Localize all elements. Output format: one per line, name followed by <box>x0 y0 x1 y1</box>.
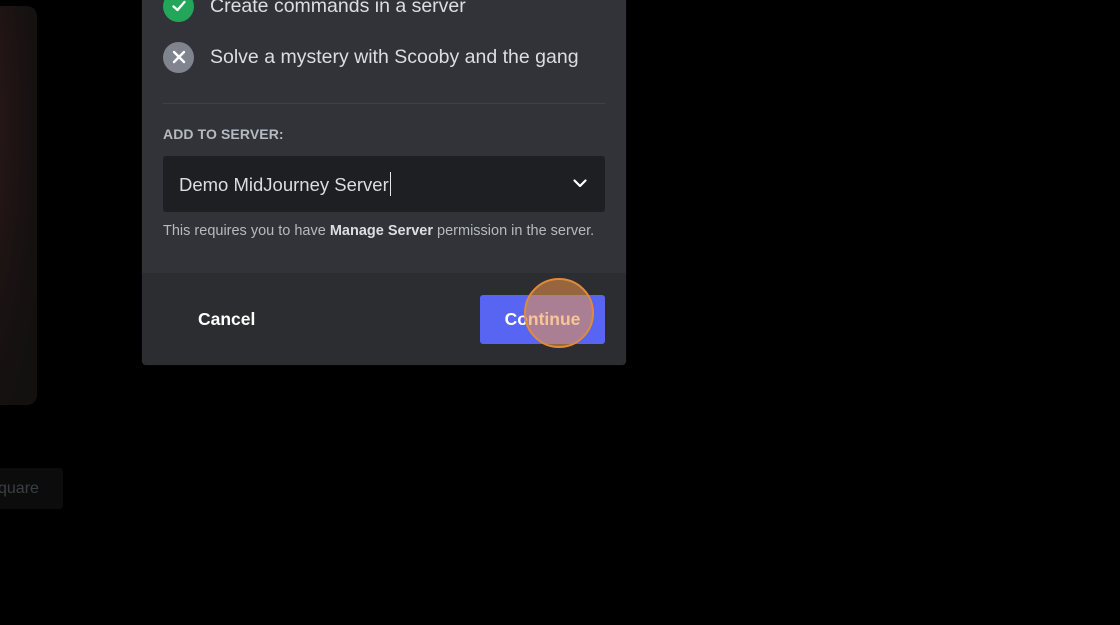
divider <box>163 103 605 104</box>
cancel-button[interactable]: Cancel <box>178 294 270 344</box>
text-cursor <box>389 172 392 196</box>
continue-button[interactable]: Continue <box>480 295 605 344</box>
authorize-app-modal: Create commands in a server Solve a myst… <box>142 0 626 365</box>
permission-label: Create commands in a server <box>210 0 466 17</box>
background-chip: quare <box>0 468 63 509</box>
chevron-down-icon[interactable] <box>571 174 589 192</box>
permission-item-solve-mystery: Solve a mystery with Scooby and the gang <box>163 41 579 73</box>
server-select-value[interactable]: Demo MidJourney Server <box>179 172 392 196</box>
permission-label: Solve a mystery with Scooby and the gang <box>210 45 579 68</box>
x-icon <box>163 41 194 73</box>
permission-item-create-commands: Create commands in a server <box>163 0 466 22</box>
modal-footer: Cancel Continue <box>142 273 626 365</box>
add-to-server-label: ADD TO SERVER: <box>163 126 284 142</box>
screen: quare Create commands in a server Solve … <box>0 0 1120 625</box>
permission-name: Manage Server <box>329 223 434 239</box>
background-image-card <box>0 6 37 405</box>
permission-note: This requires you to have Manage Server … <box>163 223 595 239</box>
check-icon <box>163 0 194 22</box>
server-select-dropdown[interactable]: Demo MidJourney Server <box>163 156 605 212</box>
